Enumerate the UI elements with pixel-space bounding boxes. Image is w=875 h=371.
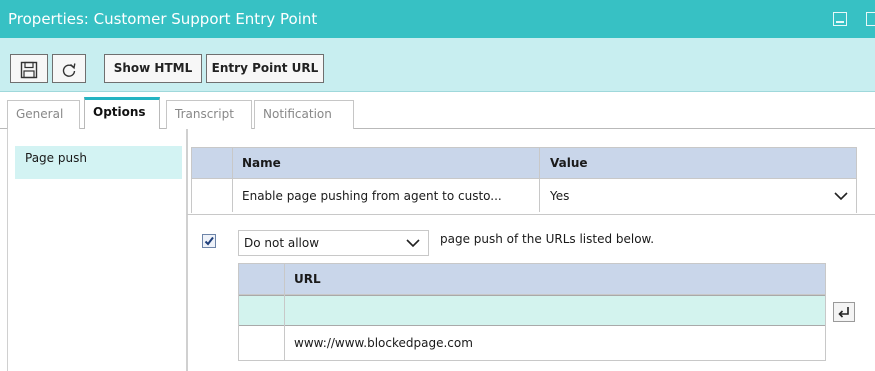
table-header: URL bbox=[239, 264, 825, 294]
refresh-button[interactable] bbox=[52, 54, 86, 83]
add-url-button[interactable] bbox=[833, 302, 855, 322]
minimize-icon[interactable] bbox=[833, 12, 847, 26]
column-separator bbox=[539, 148, 540, 212]
property-value-select[interactable]: Yes bbox=[540, 179, 856, 213]
row-separator bbox=[239, 294, 825, 295]
url-cell: www://www.blockedpage.com bbox=[294, 336, 473, 350]
chevron-down-icon bbox=[406, 239, 420, 248]
table-header: Name Value bbox=[192, 148, 856, 178]
column-header-value: Value bbox=[550, 156, 588, 170]
panel-divider bbox=[187, 129, 188, 371]
tab-notification[interactable]: Notification bbox=[254, 100, 354, 129]
url-policy-mode-value: Do not allow bbox=[244, 236, 320, 250]
new-url-row[interactable] bbox=[239, 295, 825, 326]
tab-options[interactable]: Options bbox=[84, 97, 160, 130]
section-divider bbox=[187, 214, 875, 215]
url-table: URL www://www.blockedpage.com bbox=[238, 263, 826, 361]
maximize-icon[interactable] bbox=[866, 12, 875, 26]
url-policy-description: page push of the URLs listed below. bbox=[440, 232, 655, 246]
url-policy-mode-select[interactable]: Do not allow bbox=[238, 230, 429, 256]
tab-strip: General Options Transcript Notification bbox=[0, 93, 875, 130]
property-name: Enable page pushing from agent to custo.… bbox=[242, 189, 502, 203]
save-button[interactable] bbox=[10, 54, 48, 83]
category-item-page-push[interactable]: Page push bbox=[15, 146, 182, 179]
save-icon bbox=[20, 61, 38, 79]
table-row[interactable]: Enable page pushing from agent to custo.… bbox=[192, 179, 856, 213]
enter-icon bbox=[838, 307, 849, 318]
url-policy-checkbox[interactable] bbox=[202, 234, 216, 248]
tab-general[interactable]: General bbox=[7, 100, 80, 129]
checkmark-icon bbox=[204, 236, 214, 246]
window-title: Properties: Customer Support Entry Point bbox=[8, 10, 318, 28]
row-header-separator bbox=[232, 148, 233, 212]
toolbar: Show HTML Entry Point URL bbox=[0, 38, 875, 92]
properties-table: Name Value Enable page pushing from agen… bbox=[191, 147, 857, 213]
chevron-down-icon bbox=[834, 192, 848, 201]
column-header-url: URL bbox=[294, 272, 321, 286]
options-category-list: Page push bbox=[7, 129, 187, 371]
tab-transcript[interactable]: Transcript bbox=[166, 100, 252, 129]
new-url-input[interactable] bbox=[285, 296, 823, 325]
column-header-name: Name bbox=[242, 156, 281, 170]
entry-point-url-button[interactable]: Entry Point URL bbox=[206, 54, 324, 83]
row-header-separator bbox=[284, 264, 285, 360]
show-html-button[interactable]: Show HTML bbox=[104, 54, 202, 83]
row-separator bbox=[192, 178, 856, 179]
property-value: Yes bbox=[550, 189, 570, 203]
table-row[interactable]: www://www.blockedpage.com bbox=[239, 327, 825, 360]
refresh-icon bbox=[62, 63, 76, 77]
window-titlebar: Properties: Customer Support Entry Point bbox=[0, 0, 875, 38]
